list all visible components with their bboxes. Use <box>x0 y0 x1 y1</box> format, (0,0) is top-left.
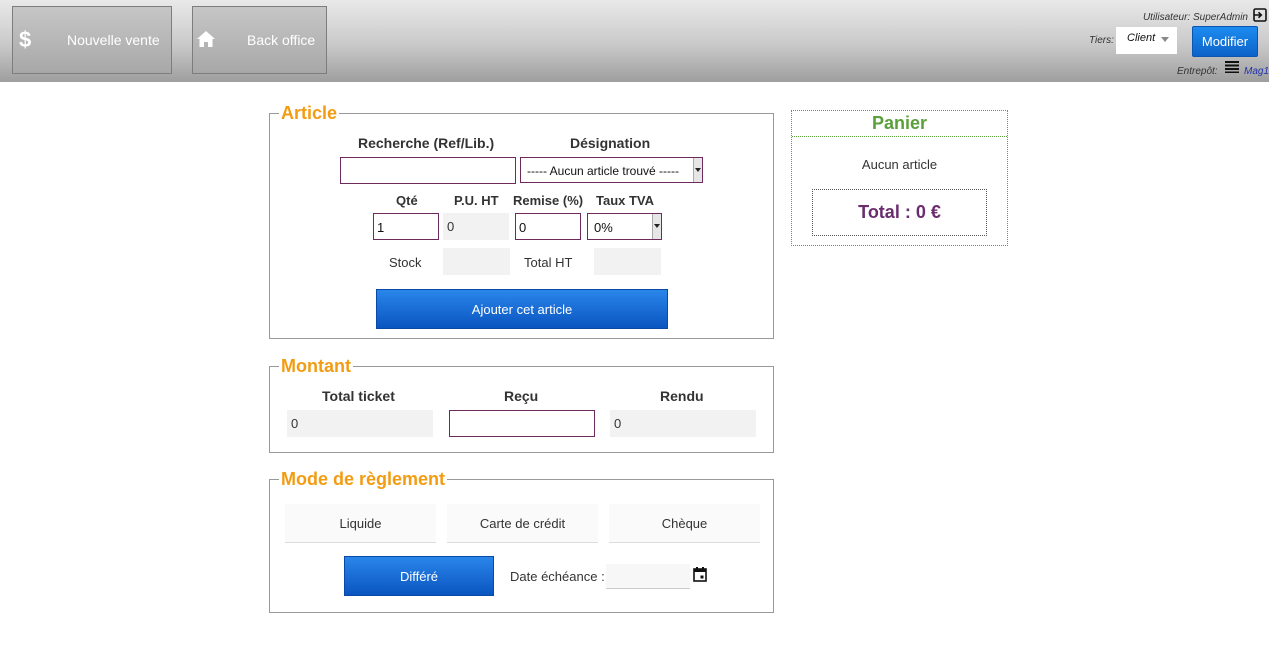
montant-legend: Montant <box>279 356 353 376</box>
dollar-icon: $ <box>19 27 32 52</box>
home-icon <box>196 30 216 51</box>
panier-total: Total : 0 € <box>812 189 987 236</box>
add-article-button[interactable]: Ajouter cet article <box>376 289 668 329</box>
calendar-icon[interactable] <box>693 567 707 587</box>
logout-icon[interactable] <box>1253 8 1267 27</box>
total-ticket-label: Total ticket <box>322 388 395 404</box>
nouvelle-vente-label: Nouvelle vente <box>67 32 160 48</box>
rendu-label: Rendu <box>660 388 704 404</box>
chevron-down-icon <box>652 214 661 239</box>
montant-fieldset: Montant Total ticket Reçu Rendu 0 0 <box>269 356 774 453</box>
tiers-value: Client <box>1127 32 1156 44</box>
total-ht-field <box>594 248 661 275</box>
panier-panel: Panier Aucun article Total : 0 € <box>791 110 1008 246</box>
tva-value: 0% <box>594 220 613 235</box>
liquide-option[interactable]: Liquide <box>285 504 436 543</box>
pu-field: 0 <box>443 213 509 240</box>
entrepot-value[interactable]: Mag1 <box>1244 66 1269 77</box>
back-office-label: Back office <box>247 32 316 48</box>
recherche-input[interactable] <box>340 157 516 184</box>
reglement-legend: Mode de règlement <box>279 469 448 489</box>
designation-value: ----- Aucun article trouvé ----- <box>527 164 680 178</box>
nouvelle-vente-button[interactable]: $ Nouvelle vente <box>12 6 172 74</box>
remise-input[interactable]: 0 <box>515 213 581 240</box>
total-ticket-field: 0 <box>287 410 433 437</box>
article-fieldset: Article Recherche (Ref/Lib.) Désignation… <box>269 103 774 339</box>
back-office-button[interactable]: Back office <box>192 6 327 74</box>
tiers-label: Tiers: <box>1089 35 1114 46</box>
stock-label: Stock <box>389 255 422 270</box>
chevron-down-icon <box>1161 37 1169 42</box>
rendu-field: 0 <box>610 410 756 437</box>
user-name: SuperAdmin <box>1192 12 1248 23</box>
modifier-button[interactable]: Modifier <box>1192 26 1258 57</box>
total-ht-label: Total HT <box>524 255 573 270</box>
reglement-fieldset: Mode de règlement Liquide Carte de crédi… <box>269 469 774 613</box>
recherche-label: Recherche (Ref/Lib.) <box>358 135 495 151</box>
panier-title: Panier <box>792 111 1007 137</box>
user-label: Utilisateur: <box>1142 12 1191 23</box>
differe-button[interactable]: Différé <box>344 556 494 596</box>
carte-credit-option[interactable]: Carte de crédit <box>447 504 598 543</box>
recu-label: Reçu <box>504 388 539 404</box>
remise-label: Remise (%) <box>513 193 584 208</box>
designation-label: Désignation <box>570 135 651 151</box>
designation-select[interactable]: ----- Aucun article trouvé ----- <box>520 157 703 183</box>
qte-input[interactable]: 1 <box>373 213 439 240</box>
entrepot-label: Entrepôt: <box>1177 66 1218 77</box>
tva-select[interactable]: 0% <box>587 213 662 240</box>
user-info: Utilisateur: SuperAdmin <box>1143 12 1248 23</box>
date-echeance-input[interactable] <box>606 564 690 589</box>
stock-field <box>443 248 510 275</box>
tiers-select[interactable]: Client <box>1116 27 1177 54</box>
cheque-option[interactable]: Chèque <box>609 504 760 543</box>
article-legend: Article <box>279 103 340 123</box>
top-bar: $ Nouvelle vente Back office Utilisateur… <box>0 0 1269 82</box>
list-icon[interactable] <box>1225 60 1239 78</box>
chevron-down-icon <box>693 158 702 182</box>
recu-input[interactable] <box>449 410 595 437</box>
tva-label: Taux TVA <box>596 193 655 208</box>
date-echeance-label: Date échéance : <box>510 569 605 584</box>
panier-empty-text: Aucun article <box>861 157 938 172</box>
pu-label: P.U. HT <box>454 193 499 208</box>
qte-label: Qté <box>396 193 418 208</box>
